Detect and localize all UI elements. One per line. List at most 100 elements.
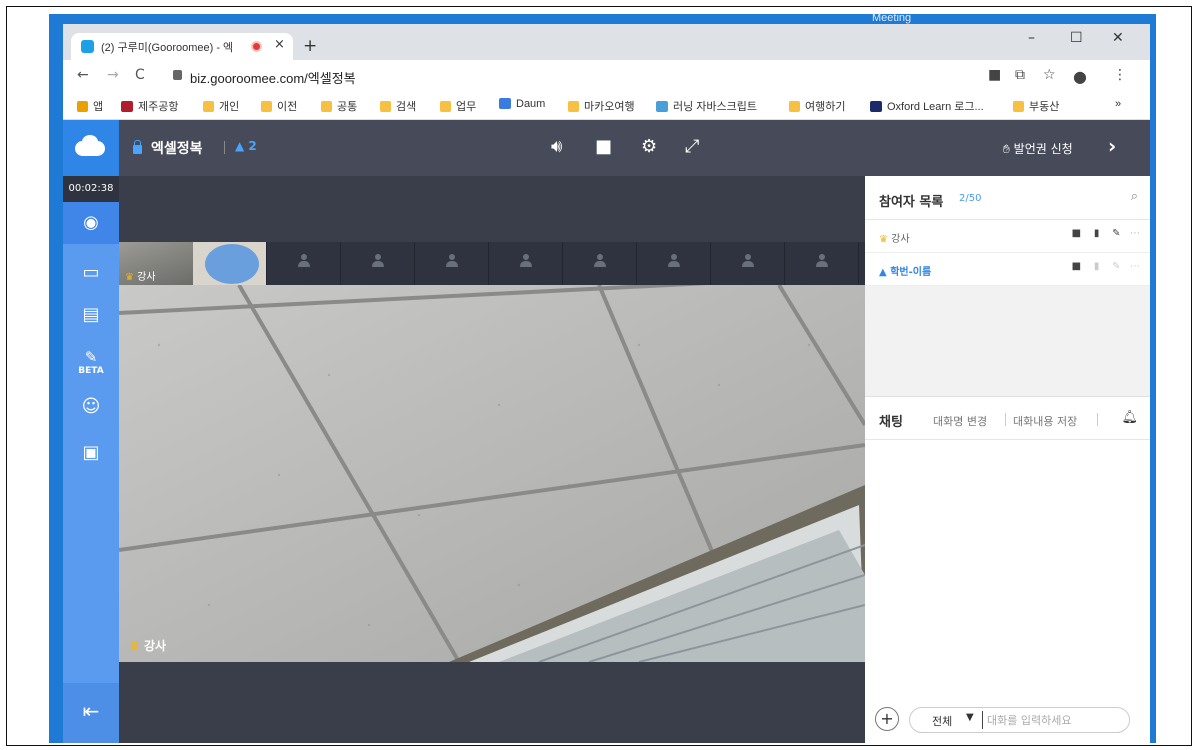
share-icon[interactable]: ⧉ [1015,67,1025,83]
empty-video-slot [415,242,489,285]
speaker-icon[interactable]: 🔊︎ [551,136,562,157]
address-bar[interactable]: biz.gooroomee.com/엑셀정복 [190,68,356,87]
participants-title: 참여자 목록 [879,195,944,210]
left-sidebar: 00:02:38 ◉ ▭ ▤ ✎ BETA ☺ ▣ ⇤ [63,176,119,743]
profile-icon[interactable]: ● [1073,67,1087,86]
gear-icon[interactable]: ⚙ [641,136,657,157]
back-arrow-icon[interactable]: ← [77,67,89,83]
right-panel: 참여자 목록 2/50 ⌕ ♛ 강사 ■ ▮ ✎ ⋯ ▲ 학번-이름 ■ ▮ ✎… [865,176,1150,743]
chat-scope-select[interactable]: 전체 [932,713,952,729]
window-maximize-button[interactable]: ☐ [1070,30,1083,46]
window-close-button[interactable]: ✕ [1112,30,1124,46]
caret-down-icon[interactable]: ▼ [966,712,974,723]
participant-row[interactable]: ♛ 강사 ■ ▮ ✎ ⋯ [865,220,1150,253]
divider [1005,413,1006,426]
contact-card-icon[interactable]: ▣ [63,442,119,463]
divider [1097,413,1098,426]
folder-icon [568,101,579,112]
daum-icon [499,98,511,109]
person-icon: ▲ [879,267,887,278]
bookmark-common[interactable]: 공통 [321,98,357,114]
main-video-label: ♛ 강사 [129,639,167,653]
window-minimize-button[interactable]: – [1028,30,1035,46]
main-video[interactable]: ♛ 강사 [119,285,865,662]
bookmark-jeju[interactable]: 제주공항 [121,98,178,114]
bookmark-apps[interactable]: 앱 [77,98,103,114]
camera-icon[interactable]: ■ [595,136,612,157]
bookmark-search[interactable]: 검색 [380,98,416,114]
folder-icon [440,101,451,112]
browser-toolbar: ← → C biz.gooroomee.com/엑셀정복 ■ ⧉ ☆ ● ⋮ [63,60,1150,92]
gooroomee-logo[interactable] [63,120,119,176]
more-icon[interactable]: ⋯ [1130,261,1140,272]
site-icon [121,101,133,112]
empty-video-slot [489,242,563,285]
bookmark-realestate[interactable]: 부동산 [1013,98,1059,114]
search-icon[interactable]: ⌕ [1131,189,1138,204]
emoji-icon[interactable]: ☺ [63,396,119,417]
person-placeholder-icon [371,254,385,268]
pencil-icon[interactable]: ✎ [1112,261,1120,272]
person-placeholder-icon [445,254,459,268]
gooroomee-favicon-icon [81,40,94,53]
bookmark-previous[interactable]: 이전 [261,98,297,114]
browser-tab[interactable]: (2) 구루미(Gooroomee) - 엑 × [71,33,293,60]
fullscreen-icon[interactable]: ⤢ [685,136,699,157]
participant-row[interactable]: ▲ 학번-이름 ■ ▮ ✎ ⋯ [865,253,1150,286]
camera-icon[interactable]: ■ [1072,261,1081,272]
bookmark-star-icon[interactable]: ☆ [1043,67,1056,83]
bell-icon[interactable]: 🔔︎ [1121,410,1138,425]
divider [224,141,225,154]
microphone-icon[interactable]: ▮ [1094,261,1100,272]
bookmark-work[interactable]: 업무 [440,98,476,114]
lock-icon [173,70,182,80]
empty-video-slot [267,242,341,285]
tab-close-icon[interactable]: × [274,37,285,52]
self-video-thumbnail[interactable] [193,242,267,285]
note-beta-icon[interactable]: ✎ [63,348,119,366]
pencil-icon[interactable]: ✎ [1112,228,1120,239]
person-icon: ▲ [235,139,249,153]
forward-arrow-icon[interactable]: → [107,67,119,83]
browser-menu-icon[interactable]: ⋮ [1113,67,1127,83]
rename-button[interactable]: 대화명 변경 [933,413,987,429]
bookmark-oxford[interactable]: Oxford Learn 로그... [870,98,984,114]
camera-indicator-icon[interactable]: ■ [988,67,1001,83]
chat-header: 채팅 대화명 변경 대화내용 저장 🔔︎ [865,396,1150,440]
folder-icon [261,101,272,112]
bookmark-personal[interactable]: 개인 [203,98,239,114]
new-tab-button[interactable]: + [303,36,317,56]
participant-name: ♛ 강사 [879,234,910,245]
bookmark-macau[interactable]: 마카오여행 [568,98,635,114]
bookmarks-overflow-button[interactable]: » [1115,98,1121,110]
empty-video-slot [341,242,415,285]
bookmark-travel[interactable]: 여행하기 [789,98,845,114]
host-video-thumbnail[interactable]: ♛ 강사 [119,242,193,285]
browser-window: (2) 구루미(Gooroomee) - 엑 × + – ☐ ✕ ← → C b… [63,24,1150,743]
save-chat-button[interactable]: 대화내용 저장 [1013,413,1077,429]
os-window-tag: Meeting [872,12,912,24]
camera-icon[interactable]: ■ [1072,228,1081,239]
chat-message-input[interactable] [982,711,1122,729]
add-attachment-button[interactable]: + [875,707,899,731]
session-timer: 00:02:38 [63,176,119,202]
empty-video-slot [711,242,785,285]
chat-title: 채팅 [879,415,903,430]
bookmark-learning-js[interactable]: 러닝 자바스크립트 [656,98,757,114]
clipboard-icon[interactable]: ▤ [63,304,119,325]
more-icon[interactable]: ⋯ [1130,228,1140,239]
user-profile-icon[interactable]: ◉ [63,212,119,233]
screen-share-icon[interactable]: ▭ [63,262,119,283]
reload-icon[interactable]: C [135,67,145,83]
beta-label: BETA [78,366,104,376]
speak-request-button[interactable]: ✋︎ 발언권 신청 [1003,140,1073,157]
folder-icon [380,101,391,112]
person-placeholder-icon [741,254,755,268]
folder-icon [1013,101,1024,112]
microphone-icon[interactable]: ▮ [1094,228,1100,239]
chevron-right-icon[interactable]: › [1108,134,1116,158]
chat-input-row: + 전체 ▼ [865,699,1150,743]
bookmark-daum[interactable]: Daum [499,98,545,110]
empty-video-slot [785,242,859,285]
exit-button[interactable]: ⇤ [63,683,119,743]
